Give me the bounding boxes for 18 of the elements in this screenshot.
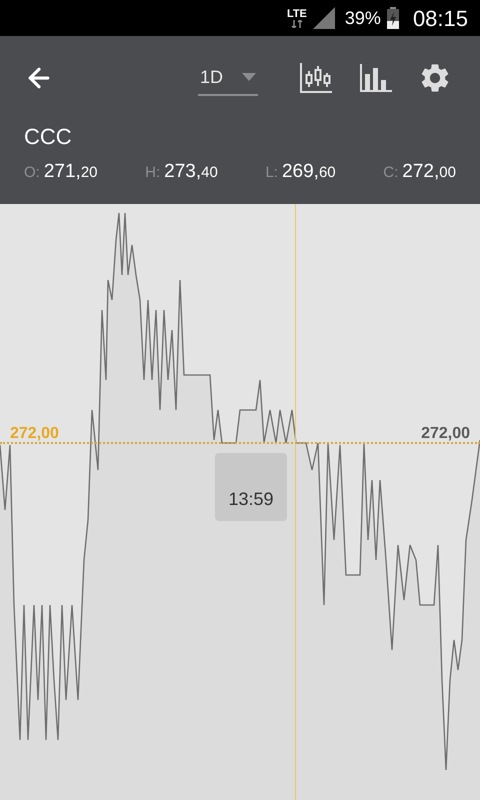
clock: 08:15 (412, 4, 468, 32)
price-label: 272,00 (421, 424, 470, 444)
caret-icon (242, 73, 256, 81)
ohlc-value: C: 272,00 (383, 160, 456, 184)
time-tooltip: 13:59 (215, 453, 287, 521)
battery-icon (386, 7, 399, 29)
signal-icon (312, 7, 335, 29)
ohlc-value: O: 271,20 (24, 160, 98, 184)
ohlc-value: H: 273,40 (145, 160, 218, 184)
candlestick-chart-button[interactable] (300, 63, 332, 93)
price-label: 272,00 (10, 424, 59, 444)
ohlc-value: L: 269,60 (265, 160, 336, 184)
symbol-title: CCC (24, 126, 73, 148)
network-label: LTE (286, 8, 307, 20)
interval-dropdown[interactable]: 1D (198, 60, 258, 96)
battery-percent: 39% (344, 6, 381, 30)
bar-chart-button[interactable] (360, 64, 392, 92)
data-arrows-icon (290, 20, 303, 28)
